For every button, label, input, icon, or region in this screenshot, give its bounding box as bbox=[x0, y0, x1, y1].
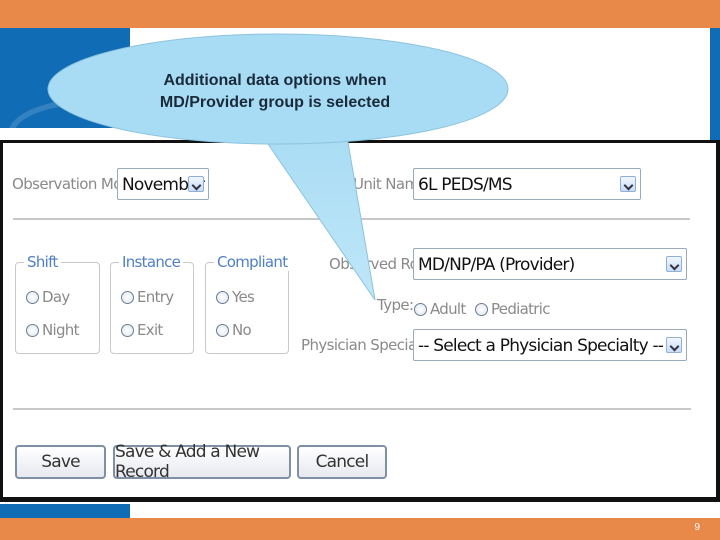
chevron-down-icon[interactable] bbox=[620, 176, 636, 192]
type-pediatric-option[interactable]: Pediatric bbox=[475, 300, 550, 318]
compliant-no-label: No bbox=[232, 321, 252, 339]
callout-text: Additional data options when MD/Provider… bbox=[130, 70, 420, 114]
chevron-down-icon[interactable] bbox=[188, 176, 204, 192]
instance-entry-option[interactable]: Entry bbox=[121, 288, 174, 306]
observation-month-select[interactable]: November bbox=[117, 168, 209, 200]
type-adult-option[interactable]: Adult bbox=[414, 300, 466, 318]
chevron-down-icon[interactable] bbox=[666, 256, 682, 272]
compliant-no-option[interactable]: No bbox=[216, 321, 252, 339]
save-and-add-button[interactable]: Save & Add a New Record bbox=[113, 442, 291, 482]
physician-specialty-value: -- Select a Physician Specialty -- bbox=[418, 336, 664, 356]
compliant-group: Compliant Yes No bbox=[205, 253, 291, 354]
chevron-down-icon[interactable] bbox=[666, 337, 682, 353]
radio-button[interactable] bbox=[26, 290, 39, 304]
shift-night-option[interactable]: Night bbox=[26, 321, 80, 339]
compliant-yes-label: Yes bbox=[232, 288, 255, 306]
instance-exit-option[interactable]: Exit bbox=[121, 321, 163, 339]
shift-group: Shift Day Night bbox=[15, 253, 100, 354]
radio-button[interactable] bbox=[475, 302, 488, 316]
unit-name-value: 6L PEDS/MS bbox=[418, 175, 513, 195]
instance-legend: Instance bbox=[119, 253, 184, 271]
right-accent bbox=[710, 28, 720, 148]
radio-button[interactable] bbox=[121, 323, 134, 337]
type-adult-label: Adult bbox=[430, 300, 466, 318]
compliant-legend: Compliant bbox=[214, 253, 291, 271]
unit-name-select[interactable]: 6L PEDS/MS bbox=[413, 168, 641, 200]
divider bbox=[13, 408, 691, 410]
radio-button[interactable] bbox=[216, 323, 229, 337]
type-label: Type: bbox=[377, 296, 414, 314]
divider bbox=[13, 218, 690, 220]
shift-night-label: Night bbox=[42, 321, 80, 339]
instance-entry-label: Entry bbox=[137, 288, 174, 306]
radio-button[interactable] bbox=[26, 323, 39, 337]
bottom-banner bbox=[0, 518, 720, 540]
instance-group: Instance Entry Exit bbox=[110, 253, 194, 354]
page-number: 9 bbox=[694, 522, 700, 533]
type-pediatric-label: Pediatric bbox=[491, 300, 550, 318]
callout-line-1: Additional data options when bbox=[163, 72, 387, 89]
shift-day-label: Day bbox=[42, 288, 70, 306]
cancel-button[interactable]: Cancel bbox=[297, 445, 387, 479]
observed-role-select[interactable]: MD/NP/PA (Provider) bbox=[413, 248, 687, 280]
physician-specialty-select[interactable]: -- Select a Physician Specialty -- bbox=[413, 329, 687, 361]
radio-button[interactable] bbox=[216, 290, 229, 304]
compliant-yes-option[interactable]: Yes bbox=[216, 288, 255, 306]
shift-legend: Shift bbox=[24, 253, 61, 271]
observation-form: Observation Month November Unit Name 6L … bbox=[0, 140, 720, 502]
logo-panel bbox=[0, 28, 180, 170]
top-banner bbox=[0, 0, 720, 28]
radio-button[interactable] bbox=[121, 290, 134, 304]
shift-day-option[interactable]: Day bbox=[26, 288, 70, 306]
save-button[interactable]: Save bbox=[15, 445, 106, 479]
slide: Observation Month November Unit Name 6L … bbox=[0, 0, 720, 540]
radio-button[interactable] bbox=[414, 302, 427, 316]
instance-exit-label: Exit bbox=[137, 321, 163, 339]
bottom-accent bbox=[0, 504, 130, 518]
observed-role-value: MD/NP/PA (Provider) bbox=[418, 255, 575, 275]
callout-line-2: MD/Provider group is selected bbox=[159, 94, 391, 111]
